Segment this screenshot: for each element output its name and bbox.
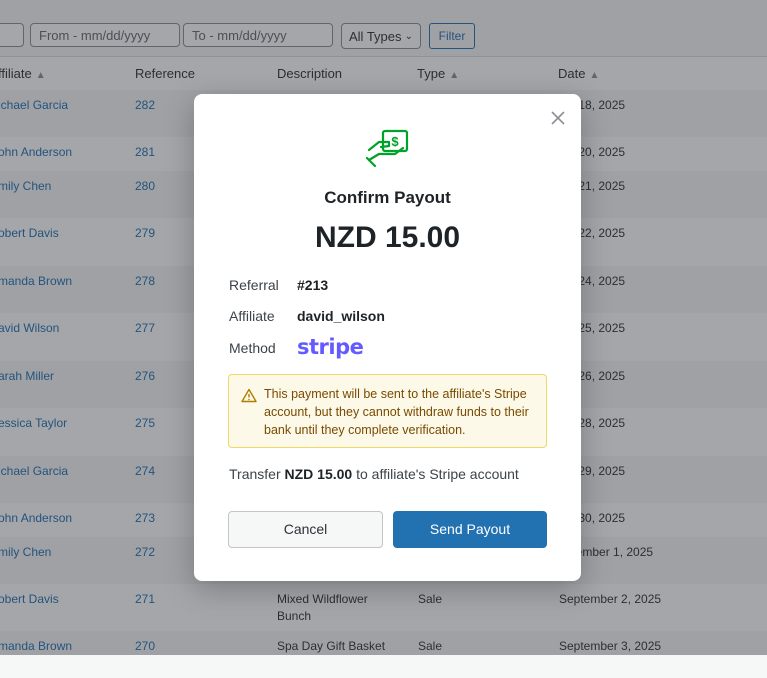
referral-label: Referral (229, 277, 279, 293)
transfer-summary: Transfer NZD 15.00 to affiliate's Stripe… (229, 466, 519, 482)
affiliate-value: david_wilson (297, 308, 385, 324)
svg-text:$: $ (391, 134, 399, 149)
payouts-page: From - mm/dd/yyyy To - mm/dd/yyyy All Ty… (0, 0, 767, 678)
send-payout-button[interactable]: Send Payout (393, 511, 547, 548)
dialog-title: Confirm Payout (324, 188, 451, 207)
stripe-logo: stripe (297, 335, 364, 359)
warning-text: This payment will be sent to the affilia… (264, 387, 529, 437)
close-icon[interactable] (549, 109, 567, 127)
referral-value: #213 (297, 277, 329, 293)
transfer-suffix: to affiliate's Stripe account (352, 466, 519, 482)
method-label: Method (229, 340, 276, 356)
affiliate-label: Affiliate (229, 308, 275, 324)
cancel-button[interactable]: Cancel (228, 511, 383, 548)
payout-amount: NZD 15.00 (314, 221, 461, 254)
transfer-prefix: Transfer (229, 466, 285, 482)
warning-notice: This payment will be sent to the affilia… (228, 374, 547, 448)
money-hand-icon: $ (365, 129, 409, 168)
confirm-payout-dialog: $ Confirm Payout NZD 15.00 Referral #213… (194, 94, 581, 581)
warning-icon (241, 388, 257, 403)
transfer-amount: NZD 15.00 (284, 466, 353, 482)
